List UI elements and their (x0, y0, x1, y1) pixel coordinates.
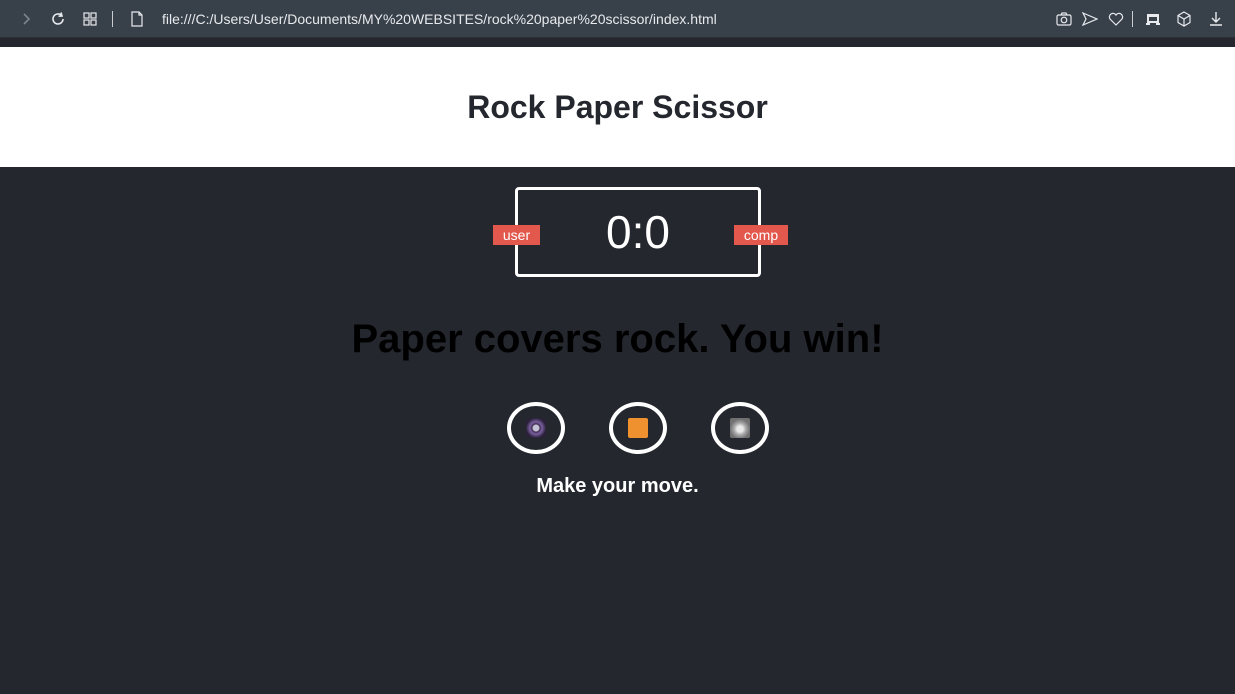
rock-icon (526, 418, 546, 438)
scissor-choice-button[interactable] (711, 402, 769, 454)
send-icon[interactable] (1080, 9, 1100, 29)
forward-icon[interactable] (16, 9, 36, 29)
result-message: Paper covers rock. You win! (351, 317, 884, 361)
page-icon (127, 9, 147, 29)
user-badge: user (493, 225, 540, 245)
scoreboard: 0:0 (515, 187, 761, 277)
wallet-icon[interactable] (1143, 9, 1163, 29)
page-title: Rock Paper Scissor (467, 89, 768, 125)
grid-icon[interactable] (80, 9, 100, 29)
camera-icon[interactable] (1054, 9, 1074, 29)
page-header: Rock Paper Scissor (0, 47, 1235, 167)
paper-icon (628, 418, 648, 438)
toolbar-bottom-strip (0, 38, 1235, 47)
download-icon[interactable] (1206, 9, 1226, 29)
heart-icon[interactable] (1106, 9, 1126, 29)
move-prompt: Make your move. (536, 475, 699, 497)
comp-badge: comp (734, 225, 788, 245)
rock-choice-button[interactable] (507, 402, 565, 454)
toolbar-divider (112, 11, 113, 27)
reload-icon[interactable] (48, 9, 68, 29)
browser-toolbar: file:///C:/Users/User/Documents/MY%20WEB… (0, 0, 1235, 38)
toolbar-divider-right (1132, 11, 1133, 27)
scissor-icon (730, 418, 750, 438)
address-bar-url[interactable]: file:///C:/Users/User/Documents/MY%20WEB… (162, 11, 717, 27)
score-display: 0:0 (606, 206, 670, 258)
cube-icon[interactable] (1174, 9, 1194, 29)
paper-choice-button[interactable] (609, 402, 667, 454)
